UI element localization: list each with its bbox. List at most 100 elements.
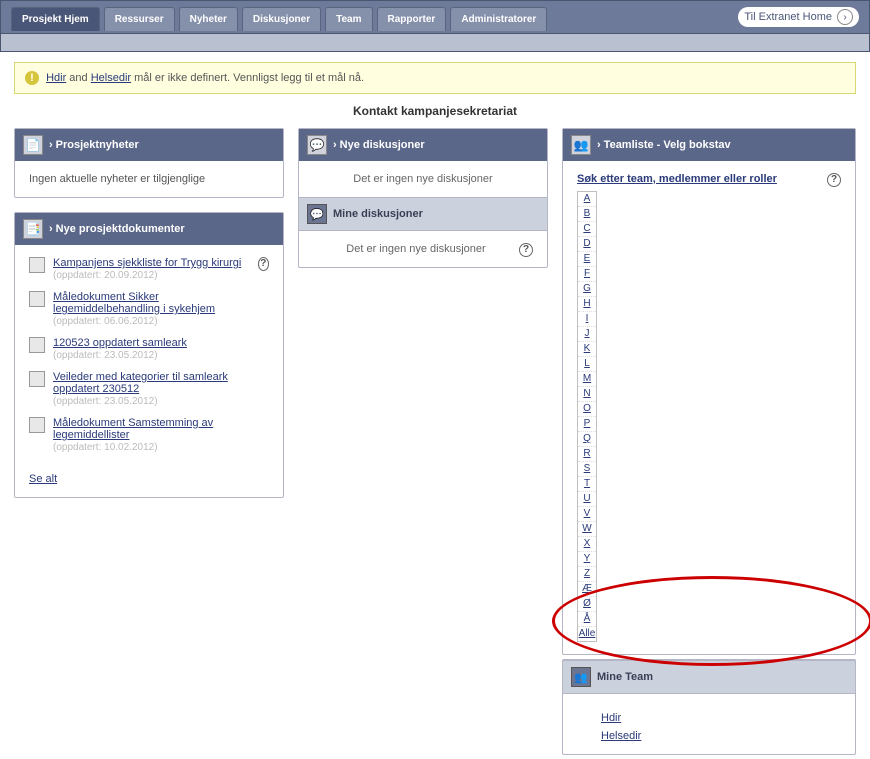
news-icon: 📄 — [23, 135, 43, 155]
arrow-right-icon: › — [837, 9, 853, 25]
my-discussion-icon: 💬 — [307, 204, 327, 224]
page-title: Kontakt kampanjesekretariat — [14, 104, 856, 118]
panel-news-title: Prosjektnyheter — [49, 139, 139, 151]
document-item: Kampanjens sjekkliste for Trygg kirurgi(… — [29, 257, 258, 281]
panel-team-title: Teamliste - Velg bokstav — [597, 139, 731, 151]
file-icon — [29, 337, 45, 353]
tab-prosjekt-hjem[interactable]: Prosjekt Hjem — [11, 7, 100, 31]
document-item: Veileder med kategorier til samleark opp… — [29, 371, 258, 407]
document-link[interactable]: Kampanjens sjekkliste for Trygg kirurgi — [53, 257, 241, 269]
alpha-letter[interactable]: N — [578, 387, 596, 402]
mine-disc-title: Mine diskusjoner — [333, 208, 423, 220]
alpha-filter: ABCDEFGHIJKLMNOPQRSTUVWXYZÆØÅAlle — [577, 191, 597, 642]
alpha-letter[interactable]: U — [578, 492, 596, 507]
tab-ressurser[interactable]: Ressurser — [104, 7, 175, 31]
document-link[interactable]: 120523 oppdatert samleark — [53, 337, 187, 349]
alpha-letter[interactable]: Y — [578, 552, 596, 567]
warning-link-hdir[interactable]: Hdir — [46, 72, 66, 84]
alpha-letter[interactable]: Æ — [578, 582, 596, 597]
team-search-link[interactable]: Søk etter team, medlemmer eller roller — [577, 173, 777, 185]
tab-nyheter[interactable]: Nyheter — [179, 7, 238, 31]
document-date: (oppdatert: 23.05.2012) — [53, 350, 158, 361]
alpha-letter[interactable]: Z — [578, 567, 596, 582]
panel-docs-title: Nye prosjektdokumenter — [49, 223, 185, 235]
documents-icon: 📑 — [23, 219, 43, 239]
document-link[interactable]: Måledokument Samstemming av legemiddelli… — [53, 417, 213, 441]
document-list: Kampanjens sjekkliste for Trygg kirurgi(… — [29, 257, 258, 463]
alpha-letter[interactable]: T — [578, 477, 596, 492]
tab-administratorer[interactable]: Administratorer — [450, 7, 547, 31]
help-icon[interactable]: ? — [519, 243, 533, 257]
file-icon — [29, 291, 45, 307]
alpha-letter[interactable]: E — [578, 252, 596, 267]
disc-empty-1: Det er ingen nye diskusjoner — [299, 161, 547, 197]
alpha-letter[interactable]: H — [578, 297, 596, 312]
help-icon[interactable]: ? — [827, 173, 841, 187]
alpha-letter[interactable]: F — [578, 267, 596, 282]
alpha-letter[interactable]: L — [578, 357, 596, 372]
alpha-letter[interactable]: S — [578, 462, 596, 477]
document-link[interactable]: Måledokument Sikker legemiddelbehandling… — [53, 291, 215, 315]
discussion-icon: 💬 — [307, 135, 327, 155]
help-icon[interactable]: ? — [258, 257, 269, 271]
alpha-letter[interactable]: O — [578, 402, 596, 417]
team-icon: 👥 — [571, 667, 591, 687]
alpha-letter[interactable]: X — [578, 537, 596, 552]
mine-team-link[interactable]: Helsedir — [601, 730, 841, 742]
disc-empty-2: Det er ingen nye diskusjoner — [313, 243, 533, 255]
alpha-letter[interactable]: J — [578, 327, 596, 342]
alpha-letter[interactable]: B — [578, 207, 596, 222]
mine-team-title: Mine Team — [597, 671, 653, 683]
document-link[interactable]: Veileder med kategorier til samleark opp… — [53, 371, 228, 395]
alpha-letter[interactable]: G — [578, 282, 596, 297]
tab-team[interactable]: Team — [325, 7, 372, 31]
mine-diskusjoner-header[interactable]: 💬 Mine diskusjoner — [299, 197, 547, 231]
warning-link-helsedir[interactable]: Helsedir — [91, 72, 131, 84]
file-icon — [29, 257, 45, 273]
warning-mid: and — [66, 72, 90, 84]
tab-rapporter[interactable]: Rapporter — [377, 7, 447, 31]
news-empty-text: Ingen aktuelle nyheter er tilgjenglige — [15, 161, 283, 197]
alpha-letter[interactable]: A — [578, 192, 596, 207]
document-item: Måledokument Samstemming av legemiddelli… — [29, 417, 258, 453]
tab-bar: Prosjekt Hjem Ressurser Nyheter Diskusjo… — [0, 0, 870, 34]
document-date: (oppdatert: 10.02.2012) — [53, 442, 158, 453]
document-date: (oppdatert: 23.05.2012) — [53, 396, 158, 407]
team-icon: 👥 — [571, 135, 591, 155]
alpha-letter[interactable]: C — [578, 222, 596, 237]
mine-team-list: Hdir Helsedir — [563, 694, 855, 754]
alpha-letter[interactable]: W — [578, 522, 596, 537]
alpha-letter[interactable]: Alle — [578, 627, 596, 641]
alpha-letter[interactable]: Ø — [578, 597, 596, 612]
panel-teamliste: 👥 Teamliste - Velg bokstav Søk etter tea… — [562, 128, 856, 655]
alpha-letter[interactable]: Q — [578, 432, 596, 447]
warning-text: mål er ikke definert. Vennligst legg til… — [131, 72, 364, 84]
panel-prosjektnyheter: 📄 Prosjektnyheter Ingen aktuelle nyheter… — [14, 128, 284, 198]
see-all-link[interactable]: Se alt — [29, 473, 269, 485]
panel-nye-prosjektdokumenter: 📑 Nye prosjektdokumenter Kampanjens sjek… — [14, 212, 284, 498]
document-item: Måledokument Sikker legemiddelbehandling… — [29, 291, 258, 327]
alpha-letter[interactable]: M — [578, 372, 596, 387]
file-icon — [29, 417, 45, 433]
panel-mine-team: 👥 Mine Team Hdir Helsedir — [562, 659, 856, 755]
alpha-letter[interactable]: I — [578, 312, 596, 327]
alpha-letter[interactable]: R — [578, 447, 596, 462]
document-date: (oppdatert: 20.09.2012) — [53, 270, 158, 281]
alpha-letter[interactable]: K — [578, 342, 596, 357]
extranet-home-link[interactable]: Til Extranet Home › — [738, 7, 859, 27]
tab-underbar — [0, 34, 870, 52]
warning-icon: ! — [25, 71, 39, 85]
file-icon — [29, 371, 45, 387]
mine-team-link[interactable]: Hdir — [601, 712, 841, 724]
alpha-letter[interactable]: D — [578, 237, 596, 252]
alpha-letter[interactable]: Å — [578, 612, 596, 627]
extranet-home-label: Til Extranet Home — [744, 11, 832, 23]
panel-disc-title: Nye diskusjoner — [333, 139, 425, 151]
document-date: (oppdatert: 06.06.2012) — [53, 316, 158, 327]
panel-nye-diskusjoner: 💬 Nye diskusjoner Det er ingen nye disku… — [298, 128, 548, 268]
alpha-letter[interactable]: V — [578, 507, 596, 522]
document-item: 120523 oppdatert samleark(oppdatert: 23.… — [29, 337, 258, 361]
tab-diskusjoner[interactable]: Diskusjoner — [242, 7, 321, 31]
alpha-letter[interactable]: P — [578, 417, 596, 432]
warning-banner: ! Hdir and Helsedir mål er ikke definert… — [14, 62, 856, 94]
